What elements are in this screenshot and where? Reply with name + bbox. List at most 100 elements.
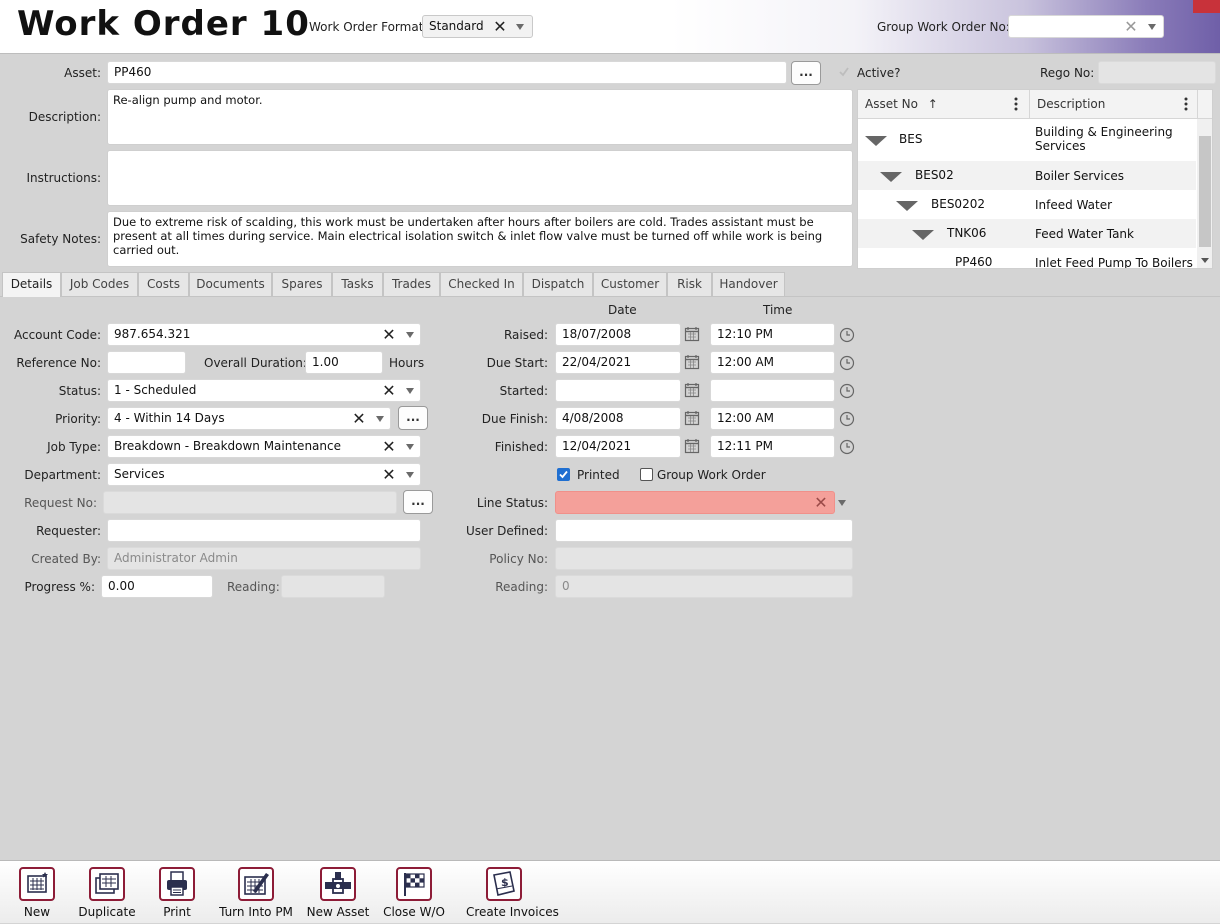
grid-row[interactable]: TNK06 Feed Water Tank	[858, 219, 1196, 248]
priority-lookup-button[interactable]: ...	[398, 406, 428, 430]
asset-lookup-button[interactable]: ...	[791, 61, 821, 85]
due-start-clock-icon[interactable]	[839, 355, 855, 371]
request-no-input[interactable]	[103, 491, 397, 514]
account-code-dropdown-icon[interactable]	[402, 323, 418, 346]
tab-customer[interactable]: Customer	[593, 272, 667, 296]
finished-time-input[interactable]: 12:11 PM	[710, 435, 835, 458]
priority-clear-icon[interactable]: ✕	[352, 407, 366, 430]
user-defined-input[interactable]	[555, 519, 853, 542]
collapse-arrow-icon[interactable]	[865, 136, 887, 146]
status-select[interactable]: 1 - Scheduled	[107, 379, 421, 402]
duplicate-button[interactable]: Duplicate	[78, 861, 136, 924]
new-button[interactable]: New	[19, 861, 55, 924]
safety-notes-textarea[interactable]: Due to extreme risk of scalding, this wo…	[107, 211, 853, 267]
finished-calendar-icon[interactable]	[684, 438, 700, 454]
account-code-select[interactable]: 987.654.321	[107, 323, 421, 346]
department-clear-icon[interactable]: ✕	[382, 463, 396, 486]
tab-handover[interactable]: Handover	[712, 272, 785, 296]
tab-dispatch[interactable]: Dispatch	[523, 272, 593, 296]
reference-no-input[interactable]	[107, 351, 186, 374]
asset-input[interactable]: PP460	[107, 61, 787, 84]
asset-hierarchy-grid[interactable]: Asset No ↑ Description BES Building & En…	[857, 89, 1213, 269]
progress-input[interactable]: 0.00	[101, 575, 213, 598]
print-button[interactable]: Print	[159, 861, 195, 924]
department-dropdown-icon[interactable]	[402, 463, 418, 486]
collapse-arrow-icon[interactable]	[896, 201, 918, 211]
description-column-header[interactable]: Description	[1029, 90, 1197, 119]
raised-clock-icon[interactable]	[839, 327, 855, 343]
finished-clock-icon[interactable]	[839, 439, 855, 455]
priority-dropdown-icon[interactable]	[372, 407, 388, 430]
active-check-icon[interactable]	[838, 66, 850, 78]
due-finish-clock-icon[interactable]	[839, 411, 855, 427]
department-select[interactable]: Services	[107, 463, 421, 486]
raised-time-input[interactable]: 12:10 PM	[710, 323, 835, 346]
format-clear-icon[interactable]: ✕	[493, 15, 507, 38]
started-date-input[interactable]	[555, 379, 681, 402]
description-textarea[interactable]: Re-align pump and motor.	[107, 89, 853, 145]
overall-duration-input[interactable]: 1.00	[305, 351, 383, 374]
raised-calendar-icon[interactable]	[684, 326, 700, 342]
started-time-input[interactable]	[710, 379, 835, 402]
account-code-clear-icon[interactable]: ✕	[382, 323, 396, 346]
tab-costs[interactable]: Costs	[138, 272, 189, 296]
rego-no-input[interactable]	[1098, 61, 1216, 84]
due-finish-date-input[interactable]: 4/08/2008	[555, 407, 681, 430]
instructions-textarea[interactable]	[107, 150, 853, 206]
grid-row[interactable]: BES02 Boiler Services	[858, 161, 1196, 190]
tab-risk[interactable]: Risk	[667, 272, 712, 296]
due-finish-calendar-icon[interactable]	[684, 410, 700, 426]
policy-no-input[interactable]	[555, 547, 853, 570]
create-invoices-button[interactable]: $ Create Invoices	[466, 861, 559, 924]
job-type-dropdown-icon[interactable]	[402, 435, 418, 458]
priority-select[interactable]: 4 - Within 14 Days	[107, 407, 391, 430]
collapse-arrow-icon[interactable]	[880, 172, 902, 182]
scroll-down-icon[interactable]	[1201, 258, 1209, 263]
requester-input[interactable]	[107, 519, 421, 542]
group-work-order-select[interactable]	[1008, 15, 1164, 38]
line-status-dropdown-icon[interactable]	[834, 491, 850, 514]
raised-date-input[interactable]: 18/07/2008	[555, 323, 681, 346]
reading-input-left[interactable]	[281, 575, 385, 598]
started-clock-icon[interactable]	[839, 383, 855, 399]
tab-trades[interactable]: Trades	[383, 272, 440, 296]
request-no-lookup-button[interactable]: ...	[403, 490, 433, 514]
due-finish-time-input[interactable]: 12:00 AM	[710, 407, 835, 430]
due-start-calendar-icon[interactable]	[684, 354, 700, 370]
asset-no-column-header[interactable]: Asset No ↑	[858, 90, 1029, 119]
grid-scrollbar[interactable]	[1197, 119, 1212, 268]
grid-row[interactable]: BES Building & Engineering Services	[858, 119, 1196, 161]
group-wo-dropdown-icon[interactable]	[1144, 15, 1160, 38]
finished-date-input[interactable]: 12/04/2021	[555, 435, 681, 458]
window-close-button[interactable]	[1193, 0, 1220, 13]
reading-input-right[interactable]: 0	[555, 575, 853, 598]
job-type-select[interactable]: Breakdown - Breakdown Maintenance	[107, 435, 421, 458]
tab-spares[interactable]: Spares	[272, 272, 332, 296]
description-column-menu-icon[interactable]	[1183, 96, 1189, 112]
line-status-clear-icon[interactable]: ✕	[814, 491, 828, 514]
new-asset-button[interactable]: New Asset	[307, 861, 369, 924]
tab-checked-in[interactable]: Checked In	[440, 272, 523, 296]
grid-row[interactable]: PP460 Inlet Feed Pump To Boilers	[858, 248, 1196, 268]
format-dropdown-icon[interactable]	[512, 15, 528, 38]
collapse-arrow-icon[interactable]	[912, 230, 934, 240]
tab-documents[interactable]: Documents	[189, 272, 272, 296]
printed-checkbox[interactable]	[557, 468, 570, 481]
started-calendar-icon[interactable]	[684, 382, 700, 398]
group-work-order-checkbox[interactable]	[640, 468, 653, 481]
due-start-date-input[interactable]: 22/04/2021	[555, 351, 681, 374]
tab-tasks[interactable]: Tasks	[332, 272, 383, 296]
due-start-time-input[interactable]: 12:00 AM	[710, 351, 835, 374]
turn-into-pm-button[interactable]: Turn Into PM	[219, 861, 293, 924]
status-clear-icon[interactable]: ✕	[382, 379, 396, 402]
close-wo-button[interactable]: Close W/O	[383, 861, 445, 924]
tab-details[interactable]: Details	[2, 272, 61, 297]
group-wo-clear-icon[interactable]: ✕	[1124, 15, 1138, 38]
line-status-select[interactable]	[555, 491, 835, 514]
asset-no-column-menu-icon[interactable]	[1013, 96, 1019, 112]
status-dropdown-icon[interactable]	[402, 379, 418, 402]
grid-scrollbar-thumb[interactable]	[1199, 136, 1211, 247]
tab-job-codes[interactable]: Job Codes	[61, 272, 138, 296]
job-type-clear-icon[interactable]: ✕	[382, 435, 396, 458]
grid-row[interactable]: BES0202 Infeed Water	[858, 190, 1196, 219]
